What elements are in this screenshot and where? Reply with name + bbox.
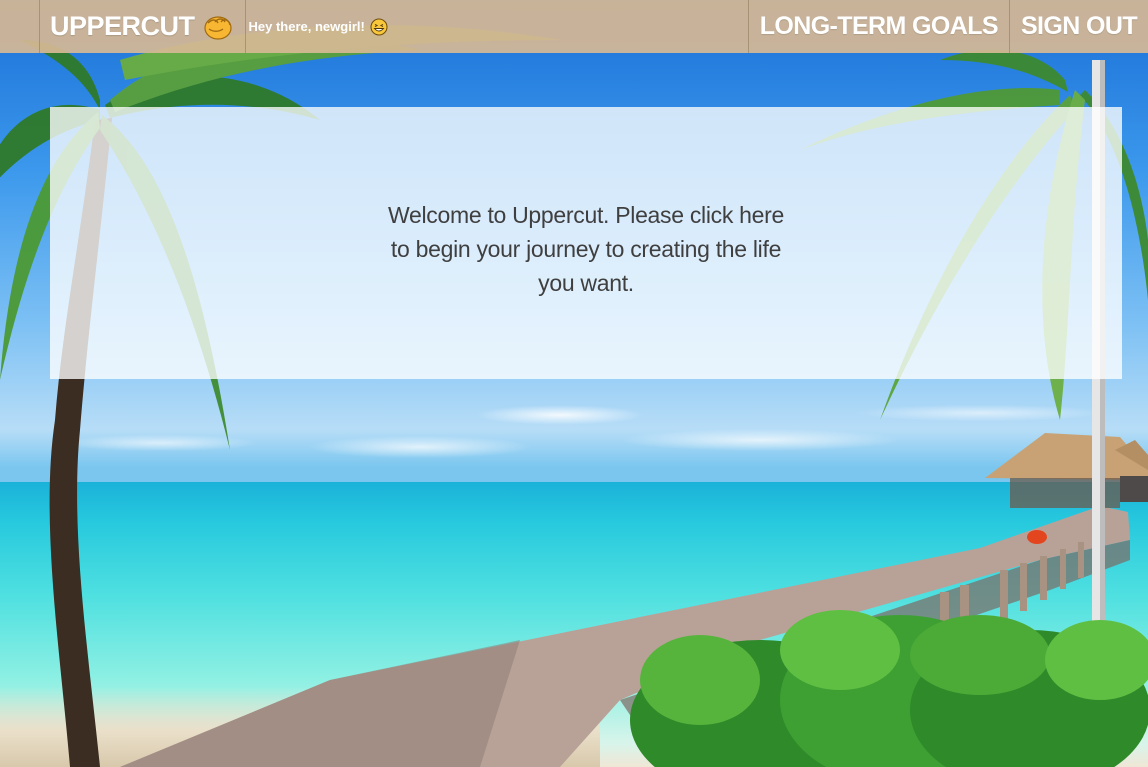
nav-sign-out[interactable]: SIGN OUT xyxy=(1010,0,1148,53)
nav-long-term-goals[interactable]: LONG-TERM GOALS xyxy=(749,0,1009,53)
user-greeting: Hey there, newgirl! xyxy=(246,0,388,53)
welcome-panel[interactable]: Welcome to Uppercut. Please click here t… xyxy=(50,107,1122,379)
brand-label: UPPERCUT xyxy=(50,11,195,41)
brand-home-link[interactable]: UPPERCUT xyxy=(40,0,245,53)
greeting-text: Hey there, newgirl! xyxy=(248,19,365,34)
grinning-face-icon xyxy=(370,18,388,36)
fist-icon xyxy=(203,12,233,42)
welcome-message[interactable]: Welcome to Uppercut. Please click here t… xyxy=(376,198,796,300)
top-navbar: UPPERCUT Hey there, newgirl! LONG-TERM G… xyxy=(0,0,1148,53)
